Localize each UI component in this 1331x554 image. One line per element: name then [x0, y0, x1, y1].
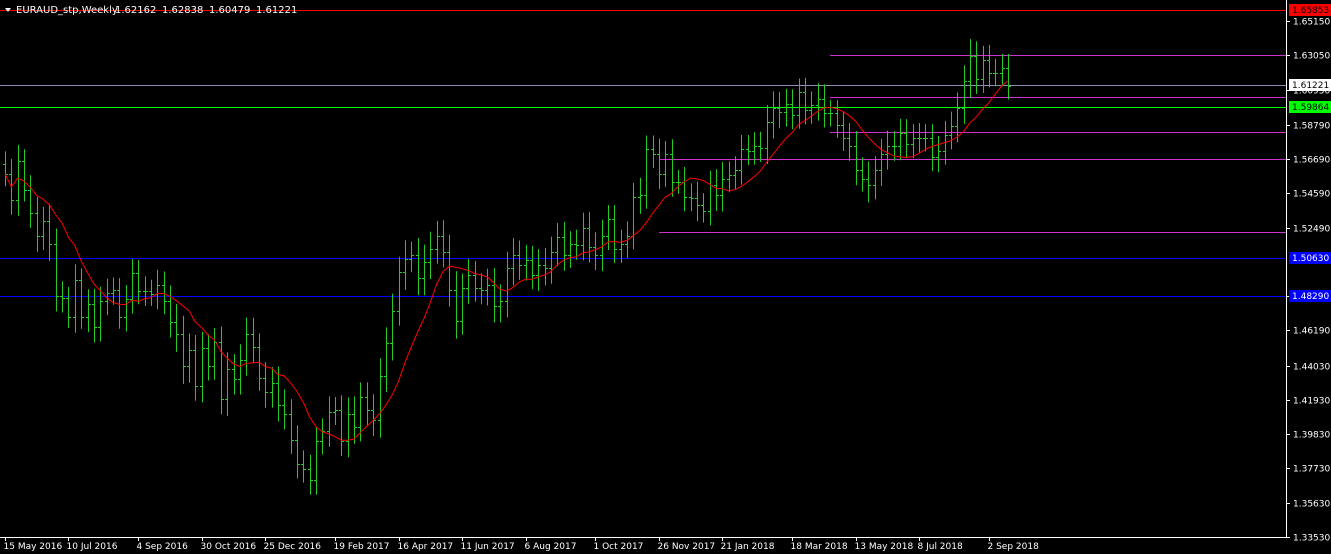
- header-open: 1.62162: [115, 5, 156, 16]
- x-tick-label: 6 Aug 2017: [525, 542, 577, 552]
- x-tick-label: 11 Jun 2017: [461, 542, 515, 552]
- y-tick-label: 1.46190: [1293, 327, 1330, 337]
- price-tag-label: 1.61221: [1292, 81, 1329, 91]
- y-tick-label: 1.56690: [1293, 156, 1330, 166]
- y-tick-label: 1.39830: [1293, 431, 1330, 441]
- price-tag-label: 1.59864: [1292, 103, 1329, 113]
- header-high: 1.62838: [162, 5, 203, 16]
- x-tick-label: 1 Oct 2017: [594, 542, 644, 552]
- x-tick-label: 13 May 2018: [855, 542, 914, 552]
- y-tick-label: 1.58790: [1293, 122, 1330, 132]
- y-tick-label: 1.37730: [1293, 465, 1330, 475]
- x-tick-label: 15 May 2016: [4, 542, 63, 552]
- header-low: 1.60479: [209, 5, 250, 16]
- price-tag-label: 1.50630: [1292, 254, 1329, 264]
- x-tick-label: 4 Sep 2016: [137, 542, 189, 552]
- header-close: 1.61221: [256, 5, 297, 16]
- price-tag-label: 1.48290: [1292, 292, 1329, 302]
- price-chart[interactable]: 1.651501.630501.609501.587901.566901.545…: [0, 0, 1331, 554]
- y-tick-label: 1.63050: [1293, 52, 1330, 62]
- y-tick-label: 1.41930: [1293, 397, 1330, 407]
- price-tag-label: 1.65853: [1292, 6, 1329, 16]
- x-tick-label: 16 Apr 2017: [398, 542, 454, 552]
- y-tick-label: 1.65150: [1293, 18, 1330, 28]
- x-tick-label: 30 Oct 2016: [201, 542, 257, 552]
- header-symbol: EURAUD_stp,Weekly: [16, 5, 118, 16]
- x-tick-label: 10 Jul 2016: [67, 542, 118, 552]
- y-tick-label: 1.35630: [1293, 500, 1330, 510]
- x-tick-label: 26 Nov 2017: [658, 542, 716, 552]
- x-tick-label: 8 Jul 2018: [918, 542, 963, 552]
- y-tick-label: 1.33530: [1293, 534, 1330, 544]
- y-tick-label: 1.44030: [1293, 363, 1330, 373]
- x-tick-label: 21 Jan 2018: [721, 542, 775, 552]
- x-tick-label: 19 Feb 2017: [334, 542, 390, 552]
- chart-background: [0, 0, 1331, 554]
- y-tick-label: 1.54590: [1293, 190, 1330, 200]
- y-tick-label: 1.52490: [1293, 225, 1330, 235]
- x-tick-label: 25 Dec 2016: [264, 542, 322, 552]
- x-tick-label: 2 Sep 2018: [988, 542, 1040, 552]
- x-tick-label: 18 Mar 2018: [791, 542, 848, 552]
